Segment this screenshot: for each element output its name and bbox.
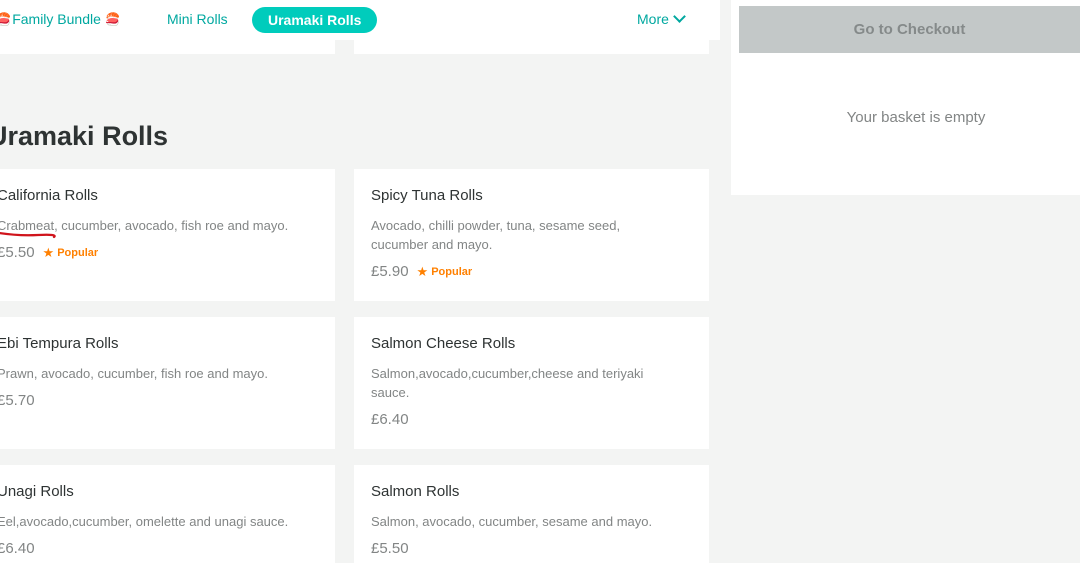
item-price: £5.50 <box>0 244 35 261</box>
menu-item-card[interactable]: Salmon Cheese Rolls Salmon,avocado,cucum… <box>354 317 709 449</box>
nav-uramaki-rolls[interactable]: Uramaki Rolls <box>252 7 378 33</box>
item-price-row: £6.40 <box>0 540 35 557</box>
item-name: Unagi Rolls <box>0 483 74 500</box>
item-price: £6.40 <box>0 540 35 557</box>
page: 🍣Family Bundle 🍣 Mini Rolls Uramaki Roll… <box>0 0 1080 563</box>
category-nav: 🍣Family Bundle 🍣 Mini Rolls Uramaki Roll… <box>0 0 720 40</box>
item-price: £6.40 <box>371 411 409 428</box>
item-price: £5.90 <box>371 263 409 280</box>
item-name: Ebi Tempura Rolls <box>0 335 119 352</box>
nav-family-bundle[interactable]: 🍣Family Bundle 🍣 <box>0 9 123 30</box>
item-price-row: £5.70 <box>0 392 35 409</box>
sushi-icon: 🍣 <box>102 9 123 30</box>
item-description: Prawn, avocado, cucumber, fish roe and m… <box>0 366 268 381</box>
item-description: Salmon, avocado, cucumber, sesame and ma… <box>371 514 653 529</box>
section-title: Uramaki Rolls <box>0 121 169 151</box>
item-price: £5.50 <box>371 540 409 557</box>
red-underline-annotation <box>0 232 56 239</box>
nav-family-bundle-label: Family Bundle <box>12 11 101 27</box>
go-to-checkout-button[interactable]: Go to Checkout <box>739 6 1080 53</box>
popular-badge: ★ Popular <box>43 245 99 261</box>
menu-item-card[interactable]: Salmon Rolls Salmon, avocado, cucumber, … <box>354 465 709 563</box>
previous-item-card[interactable] <box>0 40 335 54</box>
popular-label: Popular <box>431 265 473 278</box>
item-price: £5.70 <box>0 392 35 409</box>
item-name: California Rolls <box>0 187 98 204</box>
item-name: Salmon Rolls <box>371 483 460 500</box>
star-icon: ★ <box>42 244 55 260</box>
chevron-down-icon <box>673 10 686 23</box>
previous-item-card[interactable] <box>354 40 709 54</box>
nav-more-label: More <box>637 11 669 27</box>
item-description: Eel,avocado,cucumber, omelette and unagi… <box>0 514 289 529</box>
star-icon: ★ <box>416 263 429 279</box>
item-price-row: £5.90 ★ Popular <box>371 263 472 280</box>
popular-label: Popular <box>57 246 99 259</box>
item-name: Spicy Tuna Rolls <box>371 187 483 204</box>
menu-item-card[interactable]: Unagi Rolls Eel,avocado,cucumber, omelet… <box>0 465 335 563</box>
item-description: Avocado, chilli powder, tuna, sesame see… <box>371 218 621 252</box>
item-description: Salmon,avocado,cucumber,cheese and teriy… <box>371 366 644 400</box>
nav-mini-rolls[interactable]: Mini Rolls <box>167 11 228 27</box>
item-price-row: £5.50 <box>371 540 409 557</box>
item-name: Salmon Cheese Rolls <box>371 335 516 352</box>
nav-more[interactable]: More <box>637 10 686 27</box>
popular-badge: ★ Popular <box>417 264 473 280</box>
menu-item-card[interactable]: Spicy Tuna Rolls Avocado, chilli powder,… <box>354 169 709 301</box>
item-price-row: £6.40 <box>371 411 409 428</box>
basket-empty-message: Your basket is empty <box>846 109 986 126</box>
menu-item-card[interactable]: Ebi Tempura Rolls Prawn, avocado, cucumb… <box>0 317 335 449</box>
item-price-row: £5.50 ★ Popular <box>0 244 98 261</box>
